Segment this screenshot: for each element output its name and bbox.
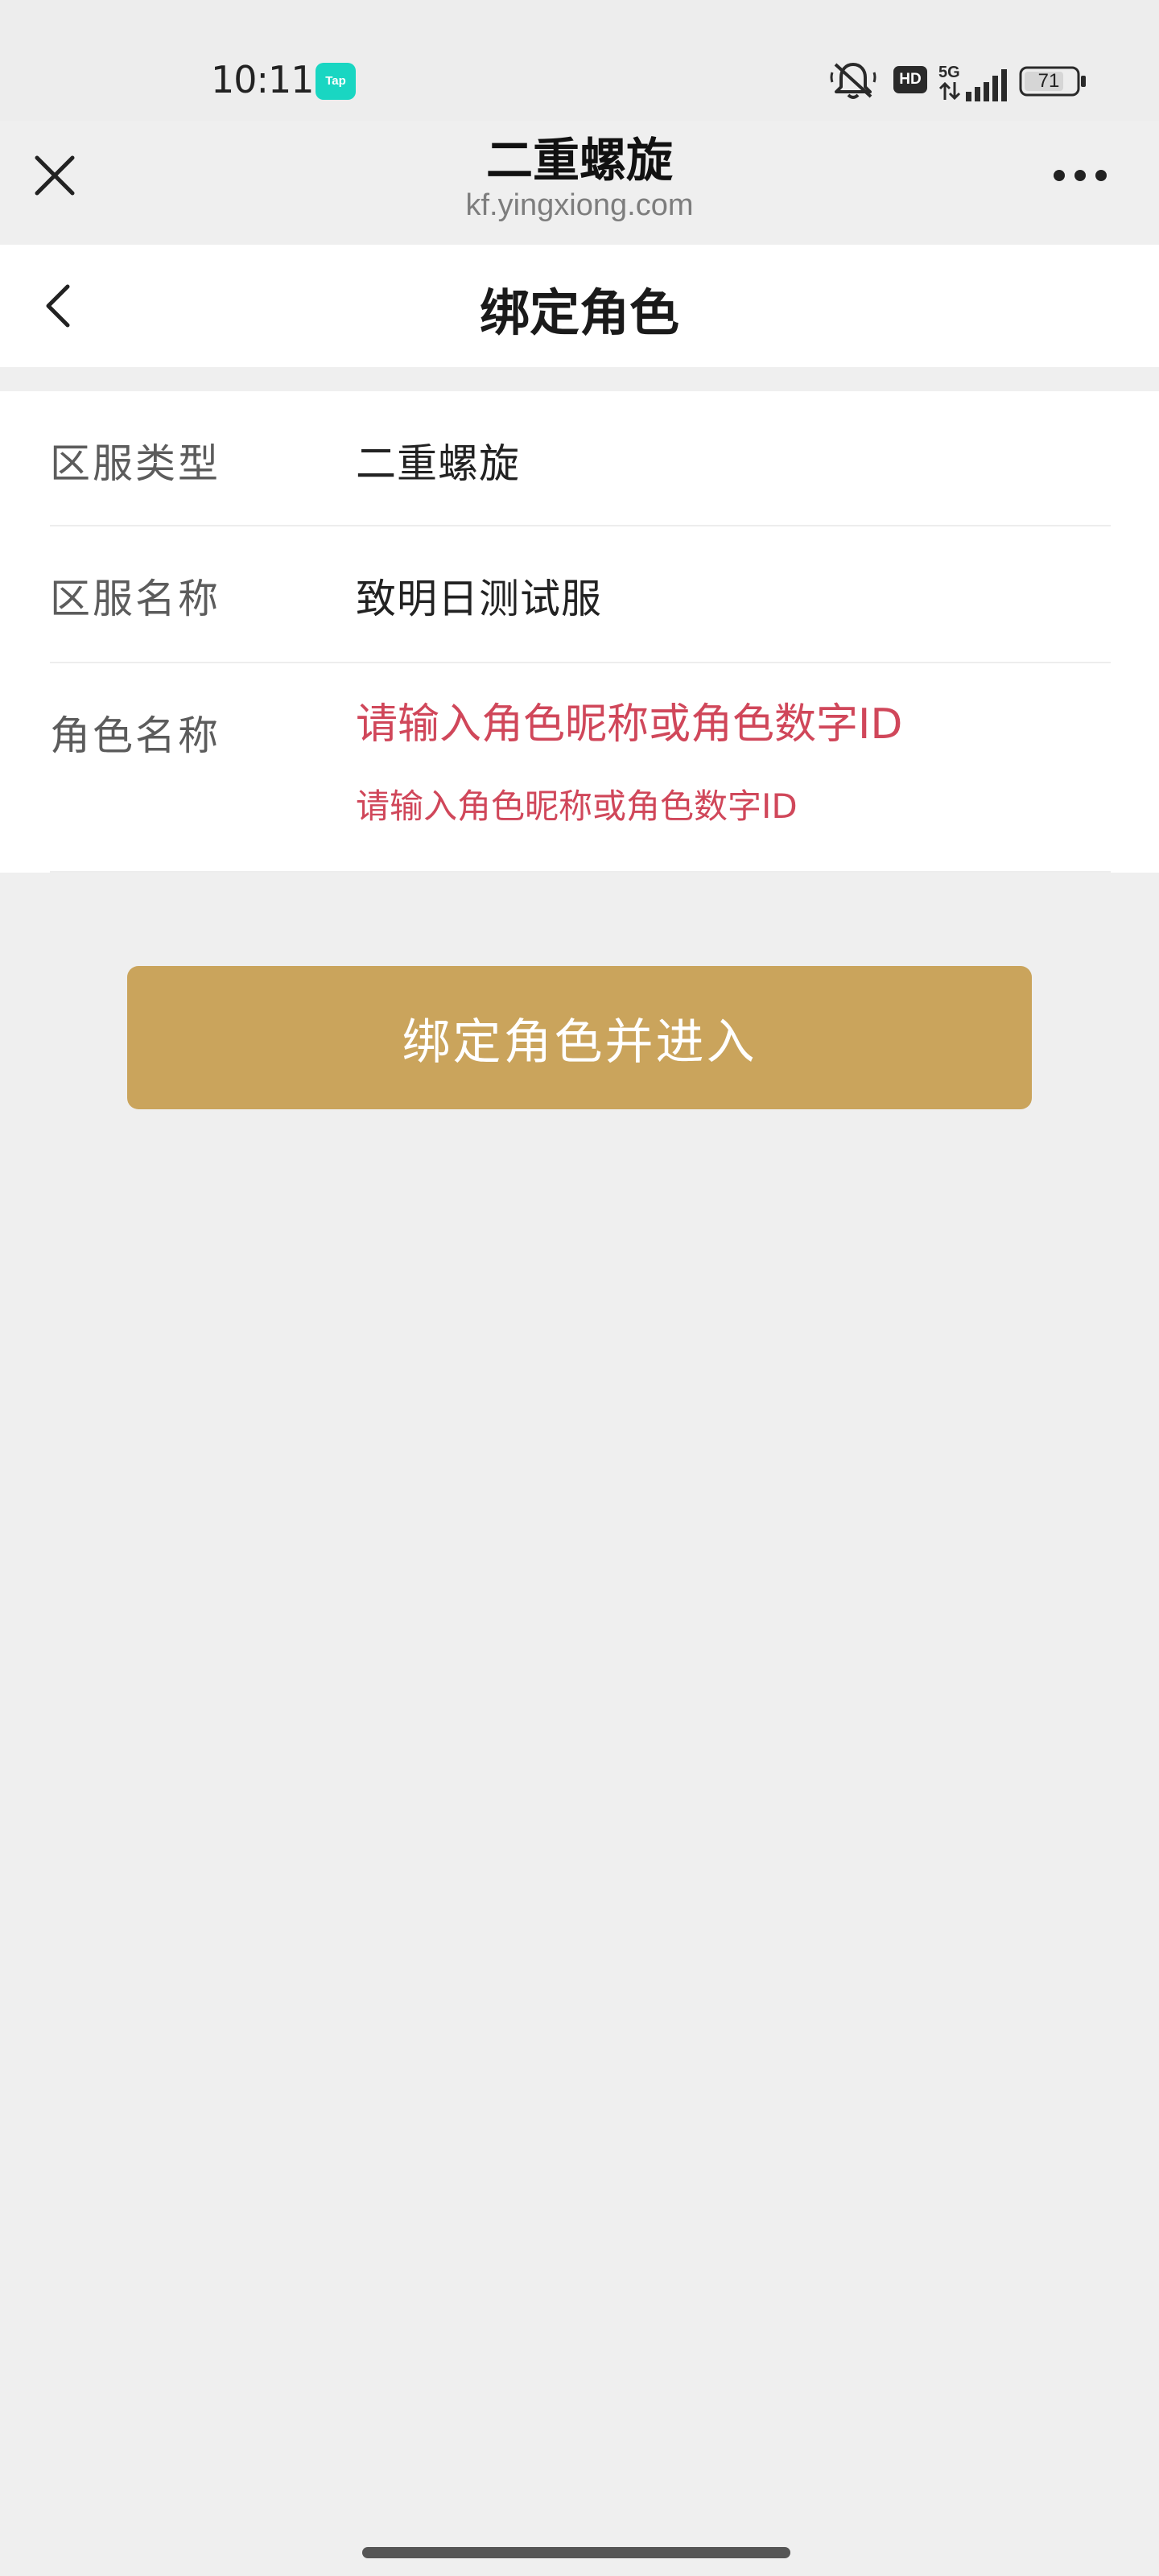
webview-title: 二重螺旋	[485, 133, 673, 188]
role-name-input[interactable]	[356, 692, 1104, 757]
role-name-error-hint: 请输入角色昵称或角色数字ID	[356, 786, 798, 826]
server-type-value: 二重螺旋	[356, 440, 520, 487]
page-header: 绑定角色	[0, 245, 1159, 367]
webview-url: kf.yingxiong.com	[465, 188, 694, 222]
server-type-label: 区服类型	[50, 440, 221, 487]
server-name-value: 致明日测试服	[356, 576, 602, 622]
bell-off-icon	[830, 63, 876, 99]
status-time: 10:11	[211, 58, 315, 101]
signal-5g-icon: 5G	[938, 64, 1007, 101]
network-type-label: 5G	[938, 64, 960, 81]
more-button[interactable]	[1051, 159, 1109, 192]
tap-app-icon: Tap	[316, 63, 356, 100]
battery-icon: 71	[1019, 66, 1088, 100]
page-title: 绑定角色	[479, 283, 679, 342]
status-bar: 10:11 Tap HD 5G 71	[0, 0, 1159, 121]
battery-level: 71	[1037, 70, 1060, 92]
bind-and-enter-button[interactable]: 绑定角色并进入	[127, 966, 1032, 1109]
role-name-label: 角色名称	[50, 712, 221, 759]
hd-icon: HD	[893, 66, 927, 93]
bind-role-form: 区服类型 二重螺旋 区服名称 致明日测试服 角色名称 请输入角色昵称或角色数字I…	[0, 391, 1159, 873]
role-name-row: 角色名称 请输入角色昵称或角色数字ID	[50, 663, 1111, 873]
home-indicator[interactable]	[362, 2547, 790, 2558]
server-name-label: 区服名称	[50, 576, 221, 622]
server-type-row: 区服类型 二重螺旋	[50, 391, 1111, 526]
more-dots-icon	[1054, 170, 1107, 181]
server-name-row: 区服名称 致明日测试服	[50, 526, 1111, 663]
